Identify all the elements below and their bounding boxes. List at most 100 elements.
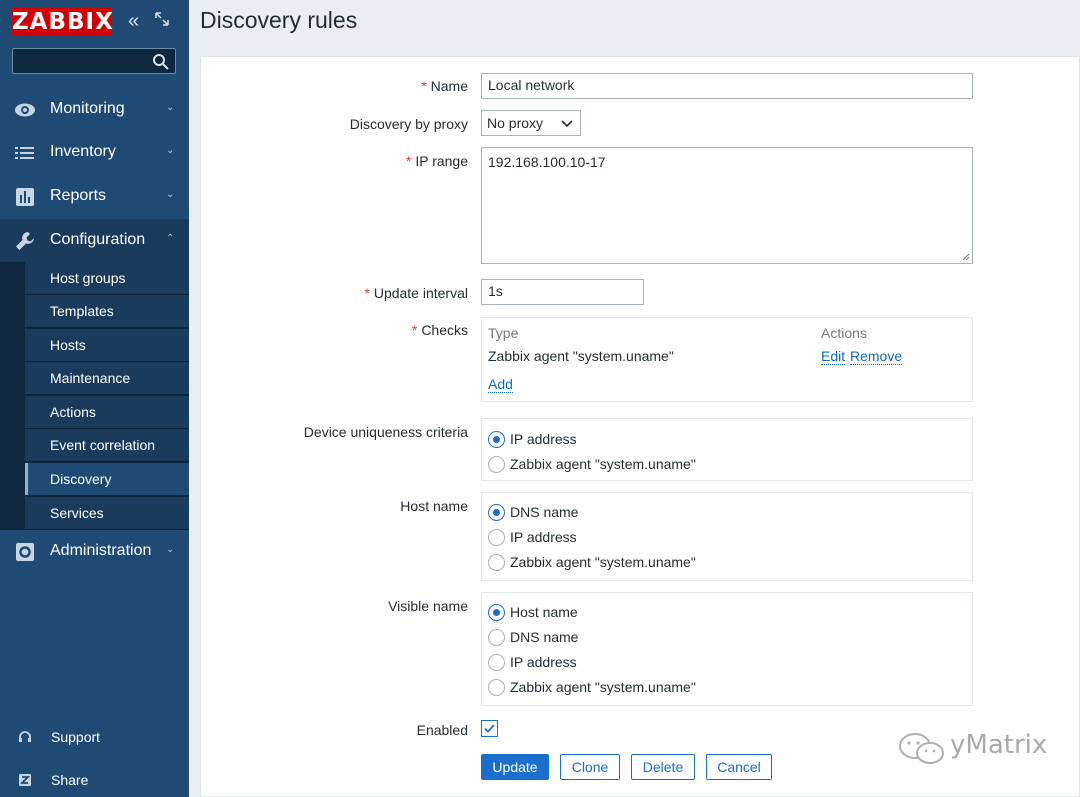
cancel-button[interactable]: Cancel xyxy=(706,754,772,780)
name-field[interactable]: Local network xyxy=(481,73,973,99)
chat-bubbles-icon xyxy=(899,733,944,764)
watermark: yMatrix xyxy=(898,730,1048,766)
menu-administration[interactable]: Administration ⌄ xyxy=(0,530,189,573)
radio-label: IP address xyxy=(510,654,577,670)
visiblename-option-ip[interactable]: IP address xyxy=(488,652,577,672)
radio-button[interactable] xyxy=(488,628,505,646)
uniqueness-option-ip[interactable]: IP address xyxy=(488,429,577,449)
menu-label: Reports xyxy=(50,187,107,204)
menu-label: Monitoring xyxy=(50,100,125,117)
add-check-link[interactable]: Add xyxy=(488,376,513,393)
page-title: Discovery rules xyxy=(200,7,358,33)
update-button[interactable]: Update xyxy=(481,754,549,780)
radio-button[interactable] xyxy=(488,430,505,448)
sidebar-header: ZABBIX « xyxy=(12,8,177,36)
chevron-down-icon: ⌄ xyxy=(166,145,175,156)
eye-icon xyxy=(15,103,35,117)
visiblename-option-host[interactable]: Host name xyxy=(488,602,578,622)
submenu-maintenance[interactable]: Maintenance xyxy=(25,362,189,395)
hostname-option-agent[interactable]: Zabbix agent "system.uname" xyxy=(488,552,696,572)
submenu-templates[interactable]: Templates xyxy=(25,295,189,328)
proxy-select[interactable]: No proxy xyxy=(481,110,581,136)
zabbix-logo[interactable]: ZABBIX xyxy=(12,8,113,35)
list-icon xyxy=(15,147,34,159)
delete-button[interactable]: Delete xyxy=(631,754,695,780)
menu-label: Share xyxy=(51,772,89,788)
menu-inventory[interactable]: Inventory ⌄ xyxy=(0,131,189,174)
configuration-submenu: Host groups Templates Hosts Maintenance … xyxy=(0,262,189,530)
menu-monitoring[interactable]: Monitoring ⌄ xyxy=(0,88,189,131)
uniqueness-radio-group: IP address Zabbix agent "system.uname" xyxy=(481,418,973,481)
menu-reports[interactable]: Reports ⌄ xyxy=(0,175,189,218)
radio-label: Zabbix agent "system.uname" xyxy=(510,554,696,570)
column-header-actions: Actions xyxy=(821,325,867,341)
radio-label: DNS name xyxy=(510,504,579,520)
hostname-label: Host name xyxy=(400,498,468,514)
chevron-down-icon: ⌄ xyxy=(166,189,175,200)
check-type-cell: Zabbix agent "system.uname" xyxy=(488,348,674,364)
uniqueness-option-agent[interactable]: Zabbix agent "system.uname" xyxy=(488,454,696,474)
menu-label: Configuration xyxy=(50,231,146,248)
visiblename-radio-group: Host name DNS name IP address Zabbix age… xyxy=(481,592,973,706)
clone-button[interactable]: Clone xyxy=(560,754,620,780)
chevron-down-icon: ⌄ xyxy=(166,102,175,113)
radio-button[interactable] xyxy=(488,653,505,671)
checks-table: Type Actions Zabbix agent "system.uname"… xyxy=(481,317,973,402)
chevron-down-icon xyxy=(561,120,573,128)
submenu-hosts[interactable]: Hosts xyxy=(25,329,189,362)
hostname-option-dns[interactable]: DNS name xyxy=(488,502,578,522)
wrench-icon xyxy=(16,232,34,250)
visiblename-option-dns[interactable]: DNS name xyxy=(488,627,578,647)
chevron-up-icon: ⌃ xyxy=(166,233,175,244)
share-icon xyxy=(19,774,31,786)
radio-button[interactable] xyxy=(488,455,505,473)
submenu-host-groups[interactable]: Host groups xyxy=(25,262,189,295)
cog-icon xyxy=(16,543,34,561)
collapse-sidebar-icon[interactable]: « xyxy=(128,10,146,32)
submenu-actions[interactable]: Actions xyxy=(25,396,189,429)
sidebar-search-input[interactable] xyxy=(12,48,176,74)
sidebar: ZABBIX « Monitoring ⌄ Inventory ⌄ Report… xyxy=(0,0,189,797)
menu-support[interactable]: Support xyxy=(0,724,189,754)
submenu-services[interactable]: Services xyxy=(25,497,189,530)
checks-label: * Checks xyxy=(411,322,468,338)
ip-range-value: 192.168.100.10-17 xyxy=(488,154,606,170)
resize-grip-icon[interactable] xyxy=(962,253,970,261)
column-header-type: Type xyxy=(488,325,519,341)
search-icon[interactable] xyxy=(152,53,170,71)
hostname-radio-group: DNS name IP address Zabbix agent "system… xyxy=(481,492,973,581)
proxy-select-value: No proxy xyxy=(487,115,544,131)
watermark-text: yMatrix xyxy=(950,730,1048,760)
radio-button[interactable] xyxy=(488,503,505,521)
radio-button[interactable] xyxy=(488,603,505,621)
radio-button[interactable] xyxy=(488,553,505,571)
submenu-event-correlation[interactable]: Event correlation xyxy=(25,429,189,462)
menu-label: Inventory xyxy=(50,143,116,160)
radio-label: Zabbix agent "system.uname" xyxy=(510,679,696,695)
bar-chart-icon xyxy=(16,188,34,206)
update-interval-field[interactable]: 1s xyxy=(481,279,644,305)
radio-label: Host name xyxy=(510,604,578,620)
submenu-discovery[interactable]: Discovery xyxy=(25,463,189,496)
enabled-label: Enabled xyxy=(416,722,468,738)
discovery-rule-form: * Name Local network Discovery by proxy N… xyxy=(200,56,1080,797)
radio-label: DNS name xyxy=(510,629,579,645)
radio-label: IP address xyxy=(510,529,577,545)
radio-label: Zabbix agent "system.uname" xyxy=(510,456,696,472)
hostname-option-ip[interactable]: IP address xyxy=(488,527,577,547)
menu-share[interactable]: Share xyxy=(0,767,189,797)
enabled-checkbox[interactable] xyxy=(481,720,498,737)
ip-range-textarea[interactable]: 192.168.100.10-17 xyxy=(481,147,973,264)
ip-range-label: * IP range xyxy=(405,153,468,169)
visiblename-option-agent[interactable]: Zabbix agent "system.uname" xyxy=(488,677,696,697)
radio-label: IP address xyxy=(510,431,577,447)
edit-check-link[interactable]: Edit xyxy=(821,348,846,365)
radio-button[interactable] xyxy=(488,528,505,546)
radio-button[interactable] xyxy=(488,678,505,696)
visiblename-label: Visible name xyxy=(388,598,468,614)
menu-configuration[interactable]: Configuration ⌃ xyxy=(0,219,189,262)
uniqueness-label: Device uniqueness criteria xyxy=(303,424,468,440)
kiosk-mode-icon[interactable] xyxy=(155,12,169,26)
remove-check-link[interactable]: Remove xyxy=(850,348,903,365)
proxy-label: Discovery by proxy xyxy=(349,116,468,132)
